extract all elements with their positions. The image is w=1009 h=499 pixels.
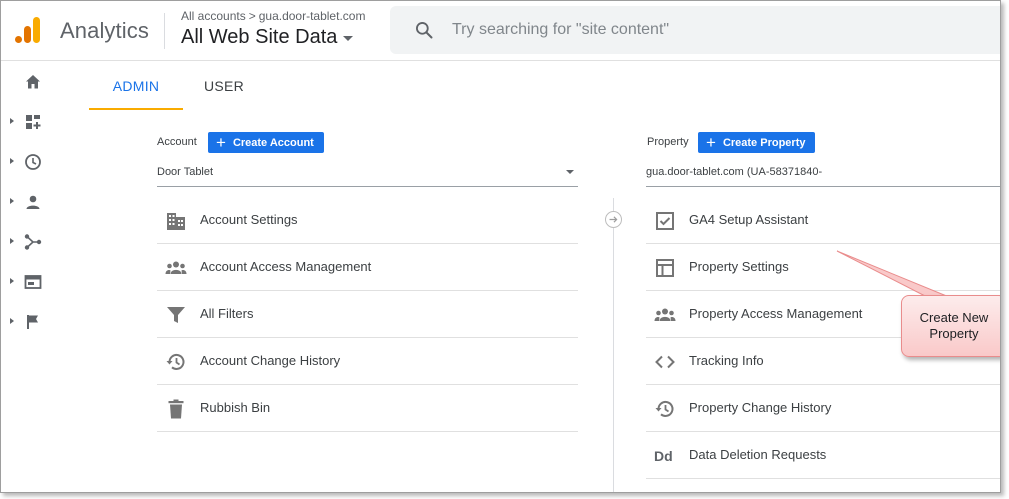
code-icon [655,355,675,369]
expand-arrow-icon [10,118,14,124]
menu-item-label: Property Access Management [689,306,863,321]
column-divider [613,198,614,492]
menu-item-label: Account Access Management [200,259,372,274]
data-deletion-icon: Dd [654,448,673,464]
search-input[interactable] [452,6,992,54]
menu-item-label: Tracking Info [689,353,764,368]
expand-arrow-icon [10,198,14,204]
all-filters-item[interactable]: All Filters [157,291,578,338]
menu-item-label: All Filters [200,306,254,321]
building-icon [167,213,185,230]
plus-icon: + [216,132,226,152]
rubbish-bin-item[interactable]: Rubbish Bin [157,385,578,432]
create-account-label: Create Account [232,136,314,149]
nav-audience[interactable] [1,182,57,222]
history-icon [655,400,674,417]
callout-line-2: Property [929,326,979,341]
create-property-button[interactable]: + Create Property [698,132,816,153]
caret-down-icon [566,170,574,174]
left-nav [1,62,57,492]
trash-icon [168,399,184,419]
breadcrumb-separator: > [248,9,256,23]
acquisition-icon [24,234,42,250]
tab-admin[interactable]: ADMIN [89,62,183,110]
search-icon [416,22,433,39]
expand-arrow-icon [10,318,14,324]
nav-realtime[interactable] [1,142,57,182]
search-box[interactable] [390,6,1000,54]
ga4-setup-assistant-item[interactable]: GA4 Setup Assistant [646,197,1000,244]
account-change-history-item[interactable]: Account Change History [157,338,578,385]
view-name: All Web Site Data [181,26,338,48]
menu-item-label: Data Deletion Requests [689,447,827,462]
menu-item-label: Property Change History [689,400,832,415]
menu-item-label: GA4 Setup Assistant [689,212,809,227]
tab-user[interactable]: USER [183,62,265,110]
nav-acquisition[interactable] [1,222,57,262]
menu-item-label: Account Change History [200,353,341,368]
account-selector[interactable]: Door Tablet [157,163,578,187]
account-label: Account [157,136,197,148]
property-selector[interactable]: gua.door-tablet.com (UA-58371840- [646,163,1000,187]
create-account-button[interactable]: + Create Account [208,132,324,153]
nav-conversions[interactable] [1,302,57,342]
caret-down-icon [343,36,354,41]
callout-text: Create New Property [901,295,1000,357]
menu-item-label: Account Settings [200,212,298,227]
person-icon [26,195,40,209]
breadcrumb-account[interactable]: gua.door-tablet.com [259,9,366,23]
top-header: Analytics All accounts > gua.door-tablet… [1,1,1000,61]
property-label: Property [647,136,689,148]
account-settings-item[interactable]: Account Settings [157,197,578,244]
create-new-property-callout: Create New Property [836,250,1000,385]
nav-behavior[interactable] [1,262,57,302]
data-deletion-requests-item[interactable]: Dd Data Deletion Requests [646,432,1000,479]
nav-customization[interactable] [1,102,57,142]
create-property-label: Create Property [722,136,806,149]
expand-arrow-icon [10,238,14,244]
home-icon [26,75,40,89]
property-change-history-item[interactable]: Property Change History [646,385,1000,432]
history-icon [166,353,185,370]
admin-panel: Account + Create Account Door Tablet Acc… [89,110,1000,492]
behavior-icon [24,275,42,289]
admin-tabs: ADMIN USER [89,62,1000,110]
flag-icon [27,315,38,329]
checkbox-icon [656,212,674,230]
browser-frame: Analytics All accounts > gua.door-tablet… [0,0,1001,493]
account-selected-value: Door Tablet [157,166,214,178]
customization-icon [26,115,41,129]
analytics-logo-icon[interactable] [13,15,43,45]
plus-icon: + [706,132,716,152]
breadcrumb[interactable]: All accounts > gua.door-tablet.com [181,9,365,23]
people-icon [165,261,187,274]
property-selected-value: gua.door-tablet.com (UA-58371840- [646,166,823,178]
menu-item-label: Rubbish Bin [200,400,271,415]
people-icon [654,308,676,321]
view-selector[interactable]: All Web Site Data [181,26,354,49]
breadcrumb-root[interactable]: All accounts [181,9,246,23]
account-access-management-item[interactable]: Account Access Management [157,244,578,291]
filter-icon [167,307,185,323]
expand-arrow-icon [10,158,14,164]
arrow-right-circle-icon [605,211,622,228]
nav-home[interactable] [1,62,57,102]
header-divider [164,13,165,49]
clock-icon [25,154,41,170]
expand-arrow-icon [10,278,14,284]
menu-item-label: Property Settings [689,259,789,274]
layout-icon [656,259,674,277]
callout-line-1: Create New [919,310,989,325]
app-name: Analytics [60,18,149,43]
account-menu: Account Settings Account Access Manageme… [157,197,578,432]
